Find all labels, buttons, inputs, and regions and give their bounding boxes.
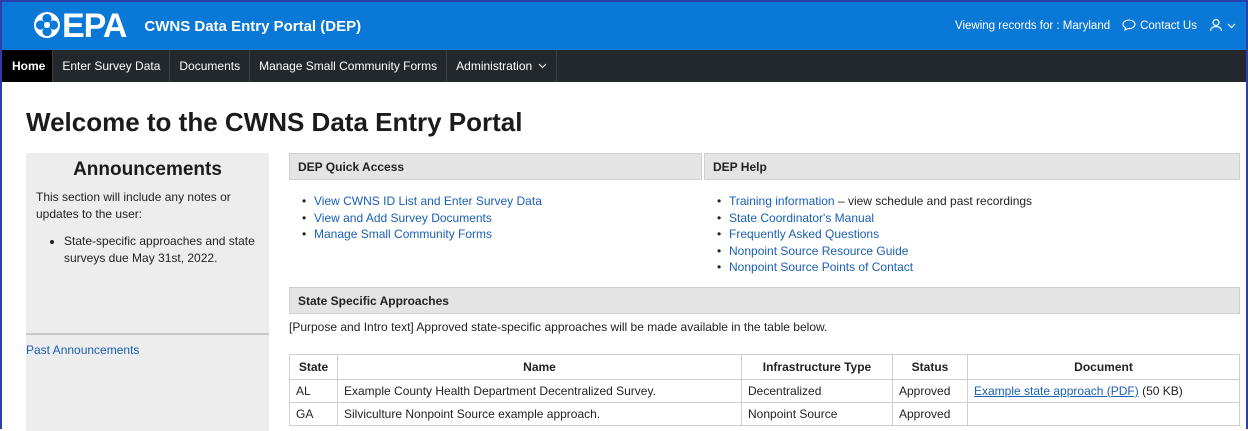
chevron-down-icon bbox=[538, 61, 547, 71]
page-title: Welcome to the CWNS Data Entry Portal bbox=[26, 107, 523, 137]
nonpoint-resource-guide-link[interactable]: Nonpoint Source Resource Guide bbox=[729, 244, 908, 258]
faq-link[interactable]: Frequently Asked Questions bbox=[729, 227, 879, 241]
cell-infrastructure-type: Nonpoint Source bbox=[741, 402, 893, 426]
quick-access-header: DEP Quick Access bbox=[289, 153, 702, 180]
topbar-right: Viewing records for : Maryland Contact U… bbox=[955, 18, 1236, 35]
main-nav: Home Enter Survey Data Documents Manage … bbox=[2, 50, 1246, 82]
epa-flower-icon bbox=[32, 10, 62, 43]
training-information-link[interactable]: Training information bbox=[729, 194, 835, 208]
nav-documents[interactable]: Documents bbox=[170, 50, 251, 82]
help-item: State Coordinator's Manual bbox=[717, 210, 1032, 227]
nonpoint-points-of-contact-link[interactable]: Nonpoint Source Points of Contact bbox=[729, 260, 913, 274]
training-suffix: – view schedule and past recordings bbox=[834, 194, 1033, 208]
document-size: (50 KB) bbox=[1138, 384, 1183, 398]
user-menu[interactable] bbox=[1209, 18, 1236, 35]
column-header-infrastructure-type[interactable]: Infrastructure Type bbox=[741, 354, 893, 380]
cell-document: Example state approach (PDF) (50 KB) bbox=[967, 379, 1240, 403]
column-header-document[interactable]: Document bbox=[967, 354, 1240, 380]
help-item: Nonpoint Source Resource Guide bbox=[717, 243, 1032, 260]
help-item: Training information – view schedule and… bbox=[717, 193, 1032, 210]
nav-administration-label: Administration bbox=[456, 59, 533, 73]
table-header-row: State Name Infrastructure Type Status Do… bbox=[289, 354, 1240, 380]
chevron-down-icon bbox=[1227, 20, 1236, 32]
cell-state: GA bbox=[289, 402, 338, 426]
announcements-title: Announcements bbox=[73, 159, 222, 180]
quick-access-item: View CWNS ID List and Enter Survey Data bbox=[302, 193, 542, 210]
cell-status: Approved bbox=[892, 379, 968, 403]
nav-enter-survey-data[interactable]: Enter Survey Data bbox=[53, 50, 171, 82]
past-announcements-link[interactable]: Past Announcements bbox=[26, 343, 139, 357]
cell-name: Example County Health Department Decentr… bbox=[337, 379, 742, 403]
manage-small-community-forms-link[interactable]: Manage Small Community Forms bbox=[314, 227, 492, 241]
divider bbox=[26, 333, 269, 335]
announcements-intro: This section will include any notes or u… bbox=[36, 190, 231, 221]
help-item: Nonpoint Source Points of Contact bbox=[717, 259, 1032, 276]
cell-name: Silviculture Nonpoint Source example app… bbox=[337, 402, 742, 426]
quick-access-item: View and Add Survey Documents bbox=[302, 210, 542, 227]
column-header-status[interactable]: Status bbox=[892, 354, 968, 380]
nav-home[interactable]: Home bbox=[2, 50, 54, 82]
view-survey-documents-link[interactable]: View and Add Survey Documents bbox=[314, 211, 492, 225]
dep-help-list: Training information – view schedule and… bbox=[717, 193, 1032, 276]
state-approaches-intro: [Purpose and Intro text] Approved state-… bbox=[289, 320, 828, 334]
announcements-panel: Announcements This section will include … bbox=[26, 153, 269, 431]
table-row: AL Example County Health Department Dece… bbox=[289, 379, 1240, 403]
column-header-name[interactable]: Name bbox=[337, 354, 742, 380]
top-bar: EPA CWNS Data Entry Portal (DEP) Viewing… bbox=[2, 2, 1246, 50]
document-link[interactable]: Example state approach (PDF) bbox=[974, 384, 1139, 398]
viewing-records-text: Viewing records for : Maryland bbox=[955, 20, 1111, 32]
column-header-state[interactable]: State bbox=[289, 354, 338, 380]
cell-status: Approved bbox=[892, 402, 968, 426]
logo-text: EPA bbox=[62, 7, 127, 45]
help-item: Frequently Asked Questions bbox=[717, 226, 1032, 243]
user-icon bbox=[1209, 18, 1223, 35]
cell-state: AL bbox=[289, 379, 338, 403]
table-row: GA Silviculture Nonpoint Source example … bbox=[289, 402, 1240, 426]
announcements-list: State-specific approaches and state surv… bbox=[26, 233, 269, 267]
epa-logo[interactable]: EPA bbox=[32, 7, 127, 45]
cell-infrastructure-type: Decentralized bbox=[741, 379, 893, 403]
quick-access-item: Manage Small Community Forms bbox=[302, 226, 542, 243]
announcement-item: State-specific approaches and state surv… bbox=[64, 233, 269, 267]
state-approaches-table: State Name Infrastructure Type Status Do… bbox=[289, 354, 1240, 426]
state-coordinator-manual-link[interactable]: State Coordinator's Manual bbox=[729, 211, 874, 225]
contact-us-label: Contact Us bbox=[1140, 20, 1197, 32]
app-title[interactable]: CWNS Data Entry Portal (DEP) bbox=[144, 18, 361, 35]
cell-document bbox=[967, 402, 1240, 426]
chat-bubble-icon bbox=[1122, 18, 1136, 34]
dep-help-header: DEP Help bbox=[704, 153, 1240, 180]
nav-manage-small-community-forms[interactable]: Manage Small Community Forms bbox=[250, 50, 448, 82]
contact-us-link[interactable]: Contact Us bbox=[1122, 18, 1197, 34]
state-approaches-header: State Specific Approaches bbox=[289, 287, 1240, 314]
page-frame: EPA CWNS Data Entry Portal (DEP) Viewing… bbox=[0, 0, 1248, 431]
quick-access-list: View CWNS ID List and Enter Survey Data … bbox=[302, 193, 542, 243]
nav-administration[interactable]: Administration bbox=[447, 50, 558, 82]
view-cwns-id-list-link[interactable]: View CWNS ID List and Enter Survey Data bbox=[314, 194, 542, 208]
